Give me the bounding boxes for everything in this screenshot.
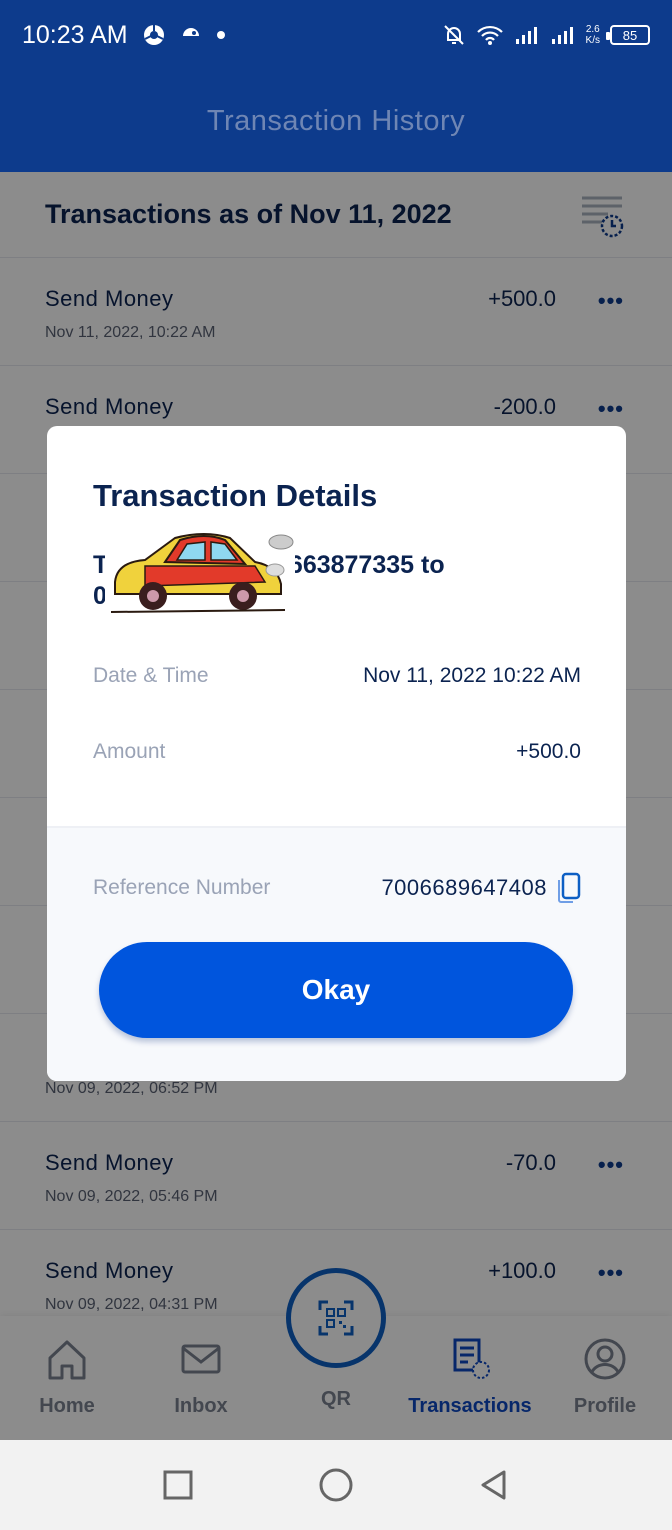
page-title: Transaction History (206, 104, 466, 137)
car-sticker-icon (105, 522, 295, 618)
date-time-value: Nov 11, 2022 10:22 AM (363, 664, 581, 687)
okay-button[interactable]: Okay (99, 942, 573, 1038)
status-bar: 10:23 AM 2.6 K/s 85 (0, 0, 672, 70)
speed-unit: K/s (585, 35, 600, 46)
reference-value: 7006689647408 (381, 875, 547, 900)
date-time-label: Date & Time (93, 664, 209, 687)
signal-icon (515, 27, 537, 44)
reference-row: Reference Number 7006689647408 (93, 872, 581, 904)
chrome-icon (143, 25, 164, 45)
transaction-details-modal: Transaction Details Transfer from 096638… (47, 426, 626, 1081)
date-time-row: Date & Time Nov 11, 2022 10:22 AM (93, 664, 581, 688)
app-bar: Transaction History (0, 70, 672, 172)
amount-label: Amount (93, 740, 166, 763)
app-notification-icon (182, 28, 199, 36)
amount-row: Amount +500.0 (93, 740, 581, 764)
dot-icon (216, 31, 225, 39)
copy-icon[interactable] (557, 872, 581, 904)
modal-title: Transaction Details (93, 478, 378, 513)
signal-icon-2 (551, 27, 573, 44)
amount-value: +500.0 (516, 740, 581, 763)
back-icon[interactable] (478, 1469, 510, 1501)
network-speed: 2.6 K/s (586, 24, 600, 46)
recent-apps-icon[interactable] (162, 1469, 194, 1501)
bell-off-icon (443, 25, 464, 45)
wifi-icon (476, 25, 503, 45)
battery-level: 85 (622, 27, 638, 43)
status-time: 10:23 AM (22, 20, 128, 49)
reference-section: Reference Number 7006689647408 Okay (47, 826, 626, 1081)
system-nav-bar (0, 1440, 672, 1530)
reference-label: Reference Number (93, 876, 271, 899)
battery-icon: 85 (606, 25, 650, 45)
speed-value: 2.6 (585, 24, 600, 35)
home-button-icon[interactable] (318, 1467, 354, 1503)
